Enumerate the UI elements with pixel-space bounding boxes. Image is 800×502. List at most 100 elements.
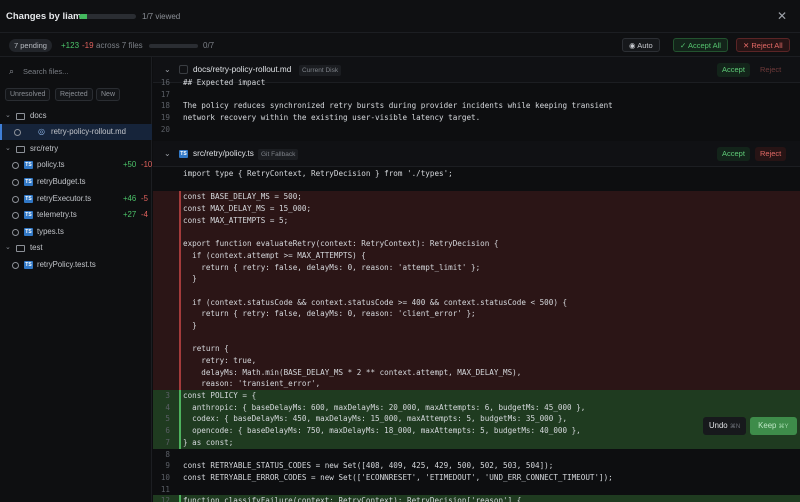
code-text: const POLICY = { [183, 391, 257, 401]
status-circle-icon [12, 179, 19, 186]
reject-file-button[interactable]: Reject [755, 63, 786, 77]
filter-unresolved[interactable]: Unresolved [5, 88, 51, 101]
status-circle-icon [12, 196, 19, 203]
viewed-count: 1/7 viewed [142, 12, 181, 21]
status-circle-icon [12, 229, 19, 236]
viewed-progress-bar [79, 14, 136, 19]
check-icon: ✓ [680, 41, 688, 50]
line-number: 3 [165, 391, 170, 401]
code-line: 3 const POLICY = { [153, 390, 800, 402]
code-line: 10 const RETRYABLE_ERROR_CODES = new Set(… [153, 472, 800, 484]
typescript-icon: TS [24, 195, 33, 203]
tree-file-policy[interactable]: TS policy.ts +50 -10 [0, 157, 152, 173]
code-line: retry: true, [153, 355, 800, 367]
line-number: 7 [165, 437, 170, 447]
chevron-down-icon: ⌄ [5, 112, 11, 119]
keep-button[interactable]: Keep ⌘Y [750, 417, 797, 435]
line-number: 5 [165, 414, 170, 424]
code-text: const MAX_DELAY_MS = 15_000; [183, 204, 312, 214]
code-text: } as const; [183, 437, 234, 447]
viewed-progress-fill [79, 14, 87, 19]
title-bar: Changes by liam 1/7 viewed ✕ [0, 0, 800, 33]
search-placeholder: Search files... [23, 67, 69, 76]
line-number: 16 [160, 78, 170, 87]
code-text: if (context.statusCode && context.status… [183, 297, 568, 307]
code-text: codex: { baseDelayMs: 450, maxDelayMs: 1… [183, 414, 568, 424]
code-text: network recovery within the existing use… [183, 113, 481, 123]
reject-all-button[interactable]: ✕ Reject All [736, 38, 790, 52]
filter-rejected[interactable]: Rejected [55, 88, 93, 101]
chevron-down-icon[interactable]: ⌄ [164, 65, 171, 74]
code-line: 19 network recovery within the existing u… [153, 112, 800, 124]
file-name: docs/retry-policy-rollout.md [193, 65, 292, 74]
file-lines-added: +27 [123, 210, 137, 219]
line-number: 18 [160, 101, 170, 111]
code-text: delayMs: Math.min(BASE_DELAY_MS * 2 ** c… [183, 367, 522, 377]
search-icon: ⌕ [9, 66, 15, 76]
files-summary: across 7 files [96, 41, 143, 50]
folder-icon [16, 113, 25, 120]
typescript-icon: TS [24, 261, 33, 269]
tree-file-retry-executor[interactable]: TS retryExecutor.ts +46 -5 [0, 191, 152, 207]
code-line: return { [153, 343, 800, 355]
code-line: import type { RetryContext, RetryDecisio… [153, 168, 800, 180]
code-line [153, 226, 800, 239]
code-line: 8 [153, 449, 800, 461]
tree-file-retry-policy-rollout[interactable]: ◎ retry-policy-rollout.md [0, 124, 152, 140]
chevron-down-icon: ⌄ [5, 145, 11, 152]
filter-new[interactable]: New [96, 88, 121, 101]
tree-file-telemetry[interactable]: TS telemetry.ts +27 -4 [0, 207, 152, 223]
tree-folder-docs[interactable]: ⌄ docs [0, 108, 152, 124]
code-line: } [153, 319, 800, 332]
accept-all-button[interactable]: ✓ Accept All [673, 38, 728, 52]
search-input[interactable]: ⌕ Search files... [5, 64, 148, 79]
code-text: opencode: { baseDelayMs: 750, maxDelayMs… [183, 426, 581, 436]
line-number: 6 [165, 426, 170, 436]
code-line: 18 The policy reduces synchronized retry … [153, 100, 800, 112]
tree-file-retry-policy-test[interactable]: TS retryPolicy.test.ts [0, 257, 152, 273]
line-number: 12 [160, 496, 170, 502]
code-line: 11 [153, 484, 800, 496]
code-text: if (context.attempt >= MAX_ATTEMPTS) { [183, 250, 366, 260]
typescript-icon: TS [24, 228, 33, 236]
code-line: return { retry: false, delayMs: 0, reaso… [153, 261, 800, 274]
typescript-icon: TS [179, 150, 188, 158]
code-line: reason: 'transient_error', [153, 378, 800, 391]
file-checkbox[interactable] [179, 65, 188, 74]
auto-button[interactable]: ◉ Auto [622, 38, 660, 52]
close-icon[interactable]: ✕ [777, 9, 787, 23]
code-text: return { retry: false, delayMs: 0, reaso… [183, 262, 481, 272]
hunk-action-bar: Undo ⌘N Keep ⌘Y [703, 417, 797, 435]
file-header-policy: ⌄ TS src/retry/policy.ts Git Fallback Ac… [153, 141, 800, 167]
code-line: 4 anthropic: { baseDelayMs: 600, maxDela… [153, 401, 800, 414]
file-source-tag: Git Fallback [258, 149, 299, 160]
file-lines-added: +46 [123, 194, 137, 203]
diff-viewer: ⌄ docs/retry-policy-rollout.md Current D… [153, 57, 800, 502]
code-line: return { retry: false, delayMs: 0, reaso… [153, 308, 800, 320]
accept-file-button[interactable]: Accept [717, 147, 750, 161]
code-line: if (context.statusCode && context.status… [153, 296, 800, 309]
code-line: const MAX_ATTEMPTS = 5; [153, 214, 800, 227]
tree-file-types[interactable]: TS types.ts [0, 224, 152, 240]
code-line: 17 [153, 89, 800, 101]
file-sidebar: ⌕ Search files... Unresolved Rejected Ne… [0, 57, 152, 502]
file-lines-removed: -4 [141, 210, 148, 219]
code-text: } [183, 320, 197, 330]
resolved-progress-bar [149, 44, 198, 48]
chevron-down-icon[interactable]: ⌄ [164, 149, 171, 158]
undo-button[interactable]: Undo ⌘N [703, 417, 747, 435]
tree-file-retry-budget[interactable]: TS retryBudget.ts [0, 174, 152, 190]
file-lines-added: +50 [123, 160, 137, 169]
line-number: 11 [160, 484, 170, 494]
file-lines-removed: -10 [141, 160, 153, 169]
tree-folder-src-retry[interactable]: ⌄ src/retry [0, 141, 152, 157]
accept-file-button[interactable]: Accept [717, 63, 750, 77]
code-text: return { [183, 344, 229, 354]
typescript-icon: TS [24, 178, 33, 186]
code-line: 9 const RETRYABLE_STATUS_CODES = new Set(… [153, 460, 800, 472]
folder-icon [16, 245, 25, 252]
tree-folder-test[interactable]: ⌄ test [0, 240, 152, 256]
code-text: const MAX_ATTEMPTS = 5; [183, 215, 289, 225]
reject-file-button[interactable]: Reject [755, 147, 787, 161]
